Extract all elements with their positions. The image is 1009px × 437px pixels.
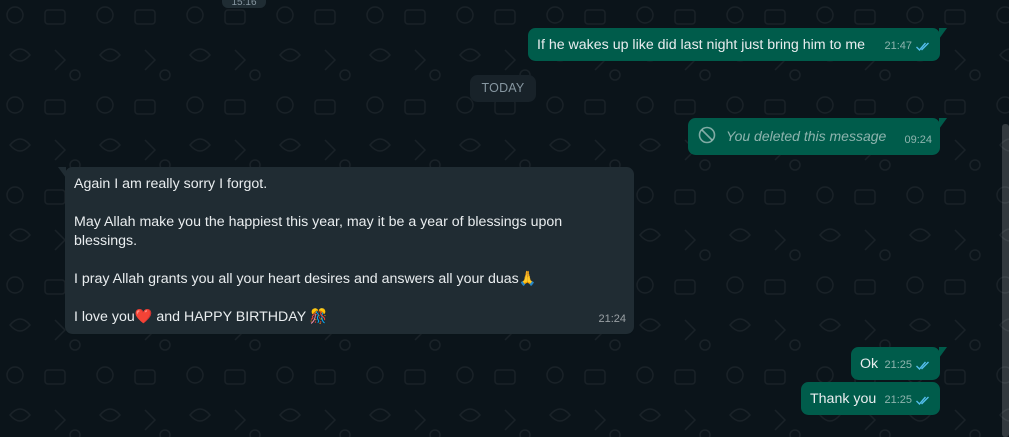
- double-check-icon: [916, 361, 929, 371]
- message-meta: 21:24: [598, 310, 626, 329]
- incoming-message[interactable]: Again I am really sorry I forgot. May Al…: [58, 167, 634, 334]
- blocked-circle-icon: [698, 126, 716, 144]
- previous-message-time-stub: 15:16: [222, 0, 266, 8]
- message-time: 09:24: [904, 134, 932, 146]
- outgoing-message[interactable]: If he wakes up like did last night just …: [528, 28, 947, 61]
- message-text: Thank you: [810, 391, 877, 407]
- message-text: Ok: [860, 356, 879, 372]
- outgoing-message[interactable]: Ok 21:25: [851, 347, 947, 380]
- message-paragraph: Again I am really sorry I forgot.: [74, 176, 268, 192]
- double-check-icon: [916, 396, 929, 406]
- message-paragraph: May Allah make you the happiest this yea…: [74, 214, 563, 249]
- scrollbar[interactable]: [1002, 124, 1009, 437]
- message-meta: 21:25: [884, 391, 932, 410]
- message-paragraph: I pray Allah grants you all your heart d…: [74, 271, 537, 287]
- date-divider: TODAY: [470, 75, 536, 102]
- deleted-message-text: You deleted this message: [726, 128, 887, 144]
- message-body: Again I am really sorry I forgot. May Al…: [74, 175, 584, 327]
- message-time: 21:47: [884, 40, 912, 52]
- message-time: 21:25: [884, 359, 912, 371]
- message-time: 21:25: [884, 394, 912, 406]
- double-check-icon: [916, 42, 929, 52]
- deleted-message[interactable]: You deleted this message 09:24: [688, 118, 947, 155]
- message-paragraph: I love you❤️ and HAPPY BIRTHDAY 🎊: [74, 309, 328, 325]
- message-time: 21:24: [598, 313, 626, 325]
- message-meta: 09:24: [904, 131, 932, 150]
- chat-panel[interactable]: 15:16 If he wakes up like did last night…: [0, 0, 1009, 437]
- message-meta: 21:25: [884, 356, 932, 375]
- outgoing-message[interactable]: Thank you 21:25: [801, 382, 940, 415]
- message-meta: 21:47: [884, 37, 932, 56]
- message-text: If he wakes up like did last night just …: [537, 37, 866, 53]
